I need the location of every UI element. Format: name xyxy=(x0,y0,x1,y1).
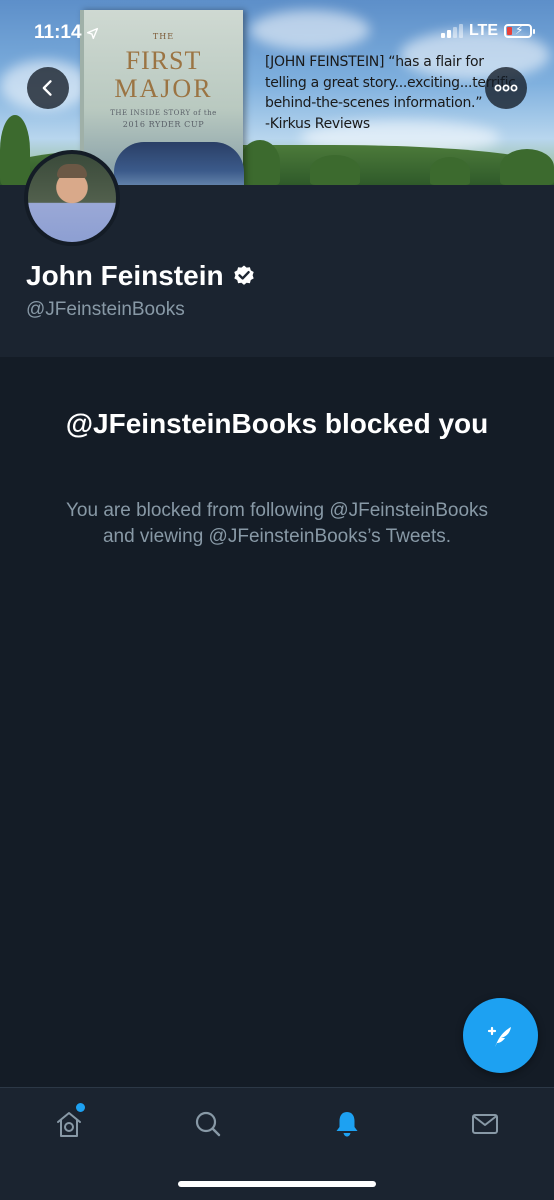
blocked-title: @JFeinsteinBooks blocked you xyxy=(65,408,489,439)
blocked-description: You are blocked from following @JFeinste… xyxy=(65,500,489,547)
compose-feather-icon xyxy=(487,1026,511,1047)
messages-envelope-icon xyxy=(472,1114,498,1134)
avatar[interactable] xyxy=(24,150,120,246)
book-title-line2: MAJOR xyxy=(114,74,213,103)
notifications-bell-icon xyxy=(336,1112,358,1137)
profile-handle: @JFeinsteinBooks xyxy=(26,299,185,320)
book-the: THE xyxy=(152,32,175,41)
more-dots-icon xyxy=(494,84,518,92)
verified-badge-icon xyxy=(233,265,254,285)
search-icon xyxy=(195,1111,221,1137)
network-type: LTE xyxy=(468,22,498,39)
tab-messages[interactable] xyxy=(465,1106,505,1142)
tab-search[interactable] xyxy=(188,1106,228,1142)
book-subtitle-line2: 2016 RYDER CUP xyxy=(122,120,205,129)
chevron-left-icon xyxy=(42,80,52,96)
profile-name: John Feinstein xyxy=(26,260,224,291)
status-time-text: 11:14 xyxy=(34,22,82,43)
status-indicators: LTE ⚡ xyxy=(440,22,535,40)
profile-name-row: John Feinstein xyxy=(26,260,256,292)
back-button[interactable] xyxy=(27,67,69,109)
compose-tweet-button[interactable] xyxy=(463,998,538,1073)
book-cover-photo xyxy=(114,142,244,185)
avatar-photo xyxy=(28,154,116,242)
book-cover: THE FIRST MAJOR THE INSIDE STORY of the … xyxy=(80,10,244,185)
tab-home[interactable] xyxy=(49,1103,89,1142)
banner-quote-attribution: -Kirkus Reviews xyxy=(265,115,370,132)
location-arrow-icon xyxy=(86,27,98,39)
book-subtitle-line1: THE INSIDE STORY of the xyxy=(110,109,217,117)
home-badge xyxy=(76,1103,85,1112)
tab-notifications[interactable] xyxy=(327,1106,367,1142)
battery-icon: ⚡ xyxy=(504,23,535,38)
more-options-button[interactable] xyxy=(485,67,527,109)
signal-strength-icon xyxy=(440,24,463,38)
status-time: 11:14 xyxy=(34,22,99,44)
book-title-line1: FIRST xyxy=(125,46,202,75)
home-indicator[interactable] xyxy=(178,1181,376,1187)
home-icon xyxy=(57,1112,81,1137)
